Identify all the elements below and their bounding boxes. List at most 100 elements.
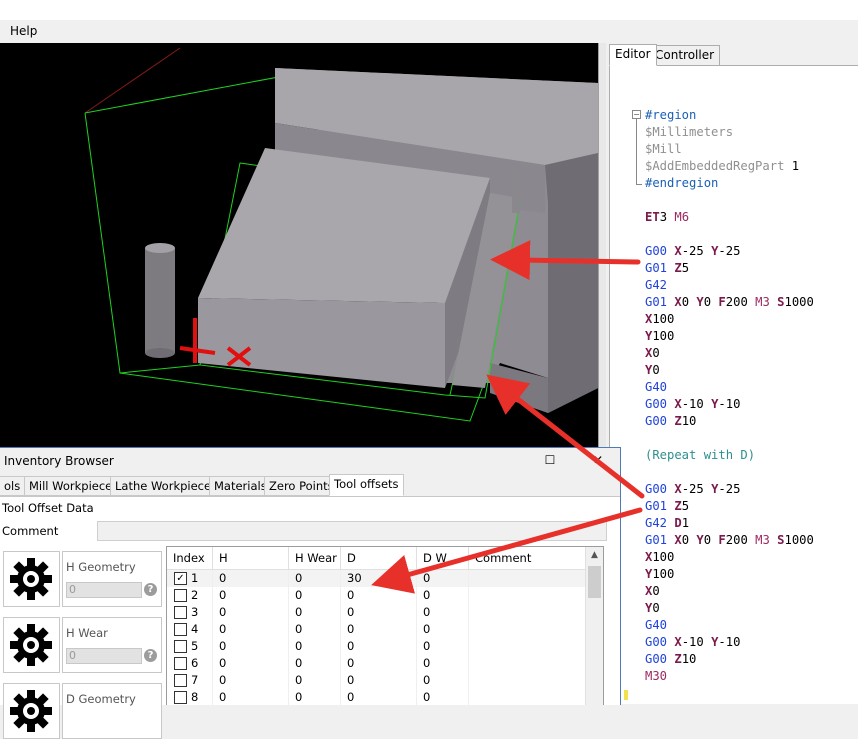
h-geometry-input[interactable]: 0 [66, 582, 142, 598]
help-icon[interactable]: ? [144, 649, 157, 662]
cell-h-wear[interactable]: 0 [289, 672, 341, 689]
code-line[interactable]: $Millimeters [645, 124, 814, 141]
code-line[interactable]: G00 Z10 [645, 651, 814, 668]
tab-lathe-workpieces[interactable]: Lathe Workpieces [110, 476, 223, 496]
table-row[interactable]: 50000 [167, 638, 585, 655]
cell-d-wear[interactable]: 0 [417, 638, 469, 655]
cell-h-wear[interactable]: 0 [289, 604, 341, 621]
code-line[interactable]: $AddEmbeddedRegPart 1 [645, 158, 814, 175]
close-icon[interactable]: ✕ [589, 452, 607, 468]
cell-h-wear[interactable]: 0 [289, 570, 341, 587]
code-line[interactable]: #region [645, 107, 814, 124]
cell-h-geometry[interactable]: 0 [213, 587, 289, 604]
cell-index[interactable]: 5 [167, 638, 213, 655]
grid-scrollbar[interactable]: ▲ [585, 547, 603, 705]
code-line[interactable]: G42 D1 [645, 515, 814, 532]
code-line[interactable] [645, 430, 814, 447]
tab-materials[interactable]: Materials [209, 476, 272, 496]
cell-index[interactable]: 6 [167, 655, 213, 672]
cell-h-geometry[interactable]: 0 [213, 655, 289, 672]
cell-comment[interactable] [469, 587, 585, 604]
code-line[interactable]: G00 X-25 Y-25 [645, 481, 814, 498]
cell-comment[interactable] [469, 621, 585, 638]
code-line[interactable]: X100 [645, 311, 814, 328]
table-row[interactable]: ✓ 1 0 0 30 0 [167, 570, 585, 587]
cell-index[interactable]: 2 [167, 587, 213, 604]
code-line[interactable]: #endregion [645, 175, 814, 192]
comment-input[interactable] [97, 521, 607, 541]
column-header[interactable]: Index [167, 547, 213, 569]
cell-index[interactable]: 1 [167, 570, 213, 587]
code-line[interactable]: G00 Z10 [645, 413, 814, 430]
code-line[interactable] [645, 192, 814, 209]
cell-d-wear[interactable]: 0 [417, 672, 469, 689]
cell-d-geometry[interactable]: 0 [341, 604, 417, 621]
tab-tool-offsets[interactable]: Tool offsets [329, 474, 404, 496]
code-line[interactable]: G01 X0 Y0 F200 M3 S1000 [645, 294, 814, 311]
scroll-thumb[interactable] [588, 566, 601, 598]
cell-h-wear[interactable]: 0 [289, 587, 341, 604]
code-line[interactable]: Y0 [645, 362, 814, 379]
cell-h-geometry[interactable]: 0 [213, 604, 289, 621]
code-line[interactable]: G01 Z5 [645, 260, 814, 277]
code-line[interactable]: G01 Z5 [645, 498, 814, 515]
tab-zero-points[interactable]: Zero Points [264, 476, 339, 496]
code-line[interactable]: G40 [645, 617, 814, 634]
fold-toggle-icon[interactable]: − [632, 110, 641, 119]
code-line[interactable]: Y100 [645, 566, 814, 583]
column-header[interactable]: D W [417, 547, 469, 569]
code-line[interactable] [645, 226, 814, 243]
tab-mill-workpieces[interactable]: Mill Workpieces [24, 476, 124, 496]
maximize-icon[interactable]: ☐ [541, 452, 559, 468]
cell-h-wear[interactable]: 0 [289, 638, 341, 655]
cell-d-geometry[interactable]: 0 [341, 655, 417, 672]
cell-comment[interactable] [469, 672, 585, 689]
scroll-up-icon[interactable]: ▲ [586, 547, 603, 564]
cell-h-geometry[interactable]: 0 [213, 621, 289, 638]
code-line[interactable]: G00 X-25 Y-25 [645, 243, 814, 260]
h-wear-input[interactable]: 0 [66, 648, 142, 664]
cell-h-geometry[interactable]: 0 [213, 638, 289, 655]
cell-index[interactable]: 4 [167, 621, 213, 638]
code-line[interactable]: M30 [645, 668, 814, 685]
code-line[interactable]: Y0 [645, 600, 814, 617]
code-line[interactable]: $Mill [645, 141, 814, 158]
cell-d-geometry[interactable]: 30 [341, 570, 417, 587]
code-text[interactable]: #region $Millimeters $Mill $AddEmbeddedRegP… [645, 107, 814, 685]
code-line[interactable]: X0 [645, 345, 814, 362]
tab-controller[interactable]: Controller [649, 45, 721, 66]
cell-d-geometry[interactable]: 0 [341, 621, 417, 638]
cell-d-geometry[interactable]: 0 [341, 587, 417, 604]
column-header[interactable]: H Wear [289, 547, 341, 569]
code-line[interactable]: Y100 [645, 328, 814, 345]
cell-comment[interactable] [469, 638, 585, 655]
table-row[interactable]: 70000 [167, 672, 585, 689]
cell-h-geometry[interactable]: 0 [213, 672, 289, 689]
help-icon[interactable]: ? [144, 583, 157, 596]
code-line[interactable]: ET3 M6 [645, 209, 814, 226]
tab-editor[interactable]: Editor [609, 44, 657, 66]
code-line[interactable]: G00 X-10 Y-10 [645, 634, 814, 651]
cell-comment[interactable] [469, 570, 585, 587]
cell-comment[interactable] [469, 604, 585, 621]
cell-index[interactable]: 3 [167, 604, 213, 621]
code-line[interactable]: G42 [645, 277, 814, 294]
cell-d-geometry[interactable]: 0 [341, 672, 417, 689]
code-line[interactable]: X100 [645, 549, 814, 566]
cell-comment[interactable] [469, 655, 585, 672]
cell-h-wear[interactable]: 0 [289, 655, 341, 672]
cell-h-geometry[interactable]: 0 [213, 570, 289, 587]
code-line[interactable]: G01 X0 Y0 F200 M3 S1000 [645, 532, 814, 549]
table-row[interactable]: 30000 [167, 604, 585, 621]
table-row[interactable]: 40000 [167, 621, 585, 638]
cell-h-wear[interactable]: 0 [289, 621, 341, 638]
menu-help[interactable]: Help [4, 24, 43, 38]
code-line[interactable]: G40 [645, 379, 814, 396]
table-row[interactable]: 60000 [167, 655, 585, 672]
code-line[interactable]: G00 X-10 Y-10 [645, 396, 814, 413]
column-header[interactable]: Comment [469, 547, 585, 569]
code-line[interactable]: (Repeat with D) [645, 447, 814, 464]
cell-d-wear[interactable]: 0 [417, 621, 469, 638]
cell-d-wear[interactable]: 0 [417, 655, 469, 672]
code-editor[interactable]: − #region $Millimeters $Mill $AddEmbeddedRe… [609, 65, 858, 704]
